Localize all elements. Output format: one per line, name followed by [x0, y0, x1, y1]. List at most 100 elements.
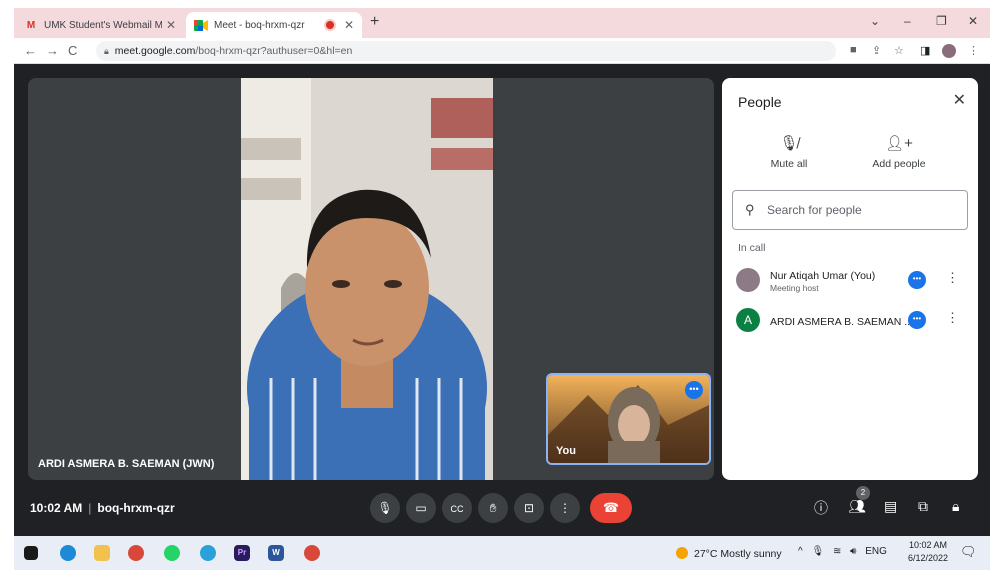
premiere-pro-icon[interactable]: Pr [234, 545, 250, 561]
more-options-button[interactable]: ⋮ [550, 493, 580, 523]
participant-options-icon[interactable]: ••• [908, 271, 926, 289]
telegram-icon[interactable] [200, 545, 216, 561]
meeting-details: 10:02 AM | boq-hrxm-qzr [30, 501, 175, 515]
captions-button[interactable]: CC [442, 493, 472, 523]
present-screen-icon: ⊡ [523, 501, 535, 515]
more-vert-icon: ⋮ [559, 501, 571, 515]
screen: M UMK Student's Webmail Mail ✕ Meet - bo… [14, 8, 990, 570]
participant-role: Meeting host [770, 283, 819, 293]
meeting-code: boq-hrxm-qzr [97, 501, 175, 515]
weather-widget[interactable]: 27°C Mostly sunny [676, 547, 782, 560]
start-menu-icon[interactable] [24, 546, 38, 560]
main-tile-name: ARDI ASMERA B. SAEMAN (JWN) [38, 458, 215, 470]
self-tile-more-icon[interactable]: ••• [685, 381, 703, 399]
wifi-icon: ≋ [832, 546, 842, 557]
hand-icon: ✋︎ [489, 501, 497, 515]
more-options-icon[interactable]: ⋮ [946, 270, 959, 286]
mic-off-icon: 🎙︎̸ [779, 135, 799, 152]
microphone-button[interactable]: 🎙︎ [370, 493, 400, 523]
main-participant-video [241, 78, 493, 480]
self-video-tile[interactable]: ••• You [546, 373, 711, 465]
google-meet-icon [194, 19, 208, 31]
avatar: A [736, 308, 760, 332]
divider: | [88, 501, 92, 515]
participant-video-frame [241, 78, 493, 480]
tab-title: UMK Student's Webmail Mail [44, 19, 162, 31]
microphone-icon: 🎙︎ [377, 501, 393, 515]
reload-icon[interactable]: C [68, 43, 77, 58]
add-person-icon: 👤︎+ [885, 135, 913, 152]
minimize-button[interactable]: – [904, 14, 911, 28]
meeting-info-icon[interactable]: ⓘ [814, 498, 828, 518]
camera-button[interactable]: ▭ [406, 493, 436, 523]
whatsapp-icon[interactable] [164, 545, 180, 561]
captions-icon: CC [450, 504, 464, 514]
close-tab-icon[interactable]: ✕ [344, 18, 354, 32]
notification-icon[interactable]: 🗨︎ [960, 544, 977, 560]
browser-menu-icon[interactable]: ⋮ [968, 44, 979, 57]
video-stage: ARDI ASMERA B. SAEMAN (JWN) ••• You [28, 78, 714, 480]
edge-icon[interactable] [60, 545, 76, 561]
side-panel-icon[interactable]: ◨ [920, 44, 930, 57]
search-icon: ⚲ [745, 202, 755, 217]
lock-icon: 🔒︎ [104, 46, 109, 56]
in-call-heading: In call [738, 242, 766, 254]
profile-avatar[interactable] [942, 44, 956, 58]
search-people-input[interactable]: ⚲ Search for people [732, 190, 968, 230]
address-toolbar: ← → C 🔒︎ meet.google.com/boq-hrxm-qzr?aut… [14, 38, 990, 64]
participant-row[interactable]: Nur Atiqah Umar (You) Meeting host ••• ⋮ [736, 266, 966, 296]
weather-text: 27°C Mostly sunny [694, 548, 782, 560]
participant-row[interactable]: A ARDI ASMERA B. SAEMAN ... ••• ⋮ [736, 306, 966, 336]
system-tray[interactable]: ^ 🎙︎ ≋ 🔊︎ ENG [798, 546, 887, 557]
present-button[interactable]: ⊡ [514, 493, 544, 523]
panel-title: People [738, 94, 782, 110]
close-window-button[interactable]: ✕ [968, 14, 978, 28]
tab-search-icon[interactable]: ⌄ [870, 14, 880, 28]
end-call-button[interactable]: ☎︎ [590, 493, 632, 523]
sun-icon [676, 547, 688, 559]
language-indicator[interactable]: ENG [865, 546, 887, 557]
meeting-control-bar: 10:02 AM | boq-hrxm-qzr 🎙︎ ▭ CC ✋︎ ⊡ ⋮ ☎︎ … [14, 484, 990, 534]
camera-icon: ▭ [415, 501, 427, 515]
chrome-profile-icon[interactable] [304, 545, 320, 561]
share-icon[interactable]: ⇪ [872, 44, 881, 57]
close-panel-icon[interactable]: ✕ [953, 90, 966, 110]
new-tab-button[interactable]: + [370, 13, 379, 31]
participant-name: ARDI ASMERA B. SAEMAN ... [770, 316, 913, 328]
add-people-label: Add people [872, 158, 926, 170]
raise-hand-button[interactable]: ✋︎ [478, 493, 508, 523]
close-tab-icon[interactable]: ✕ [166, 18, 176, 32]
file-explorer-icon[interactable] [94, 545, 110, 561]
word-icon[interactable]: W [268, 545, 284, 561]
browser-tab-strip: M UMK Student's Webmail Mail ✕ Meet - bo… [14, 8, 990, 38]
people-panel: People ✕ 🎙︎̸ Mute all 👤︎+ Add people ⚲ S… [722, 78, 978, 480]
camera-in-use-icon[interactable]: ■ [850, 44, 857, 56]
forward-icon[interactable]: → [46, 43, 59, 58]
gmail-icon: M [26, 19, 36, 31]
chevron-up-icon[interactable]: ^ [798, 546, 803, 557]
chat-icon[interactable]: ▤ [884, 498, 897, 515]
search-placeholder: Search for people [767, 203, 862, 217]
add-people-button[interactable]: 👤︎+ Add people [854, 134, 944, 170]
tab-meet[interactable]: Meet - boq-hrxm-qzr ✕ [186, 12, 362, 38]
chrome-icon[interactable] [128, 545, 144, 561]
participant-name: Nur Atiqah Umar (You) [770, 270, 876, 282]
mic-tray-icon: 🎙︎ [811, 546, 825, 557]
host-controls-icon[interactable]: 🔒︎ [952, 498, 959, 515]
participant-count-badge: 2 [856, 486, 870, 500]
people-icon[interactable]: 👥︎ [848, 498, 866, 515]
url-path: /boq-hrxm-qzr?authuser=0&hl=en [195, 45, 353, 57]
tab-webmail[interactable]: M UMK Student's Webmail Mail ✕ [16, 12, 184, 38]
mute-all-button[interactable]: 🎙︎̸ Mute all [744, 134, 834, 170]
tab-title: Meet - boq-hrxm-qzr [214, 19, 305, 31]
bookmark-star-icon[interactable]: ☆ [894, 44, 904, 57]
participant-options-icon[interactable]: ••• [908, 311, 926, 329]
more-options-icon[interactable]: ⋮ [946, 310, 959, 326]
activities-icon[interactable]: ⧉ [918, 498, 928, 515]
volume-icon: 🔊︎ [850, 546, 857, 557]
clock-time: 10:02 AM [909, 540, 948, 550]
back-icon[interactable]: ← [24, 43, 37, 58]
url-bar[interactable]: 🔒︎ meet.google.com/boq-hrxm-qzr?authuser=… [96, 41, 836, 61]
system-clock[interactable]: 10:02 AM 6/12/2022 [908, 539, 948, 565]
restore-button[interactable]: ❐ [936, 14, 947, 28]
